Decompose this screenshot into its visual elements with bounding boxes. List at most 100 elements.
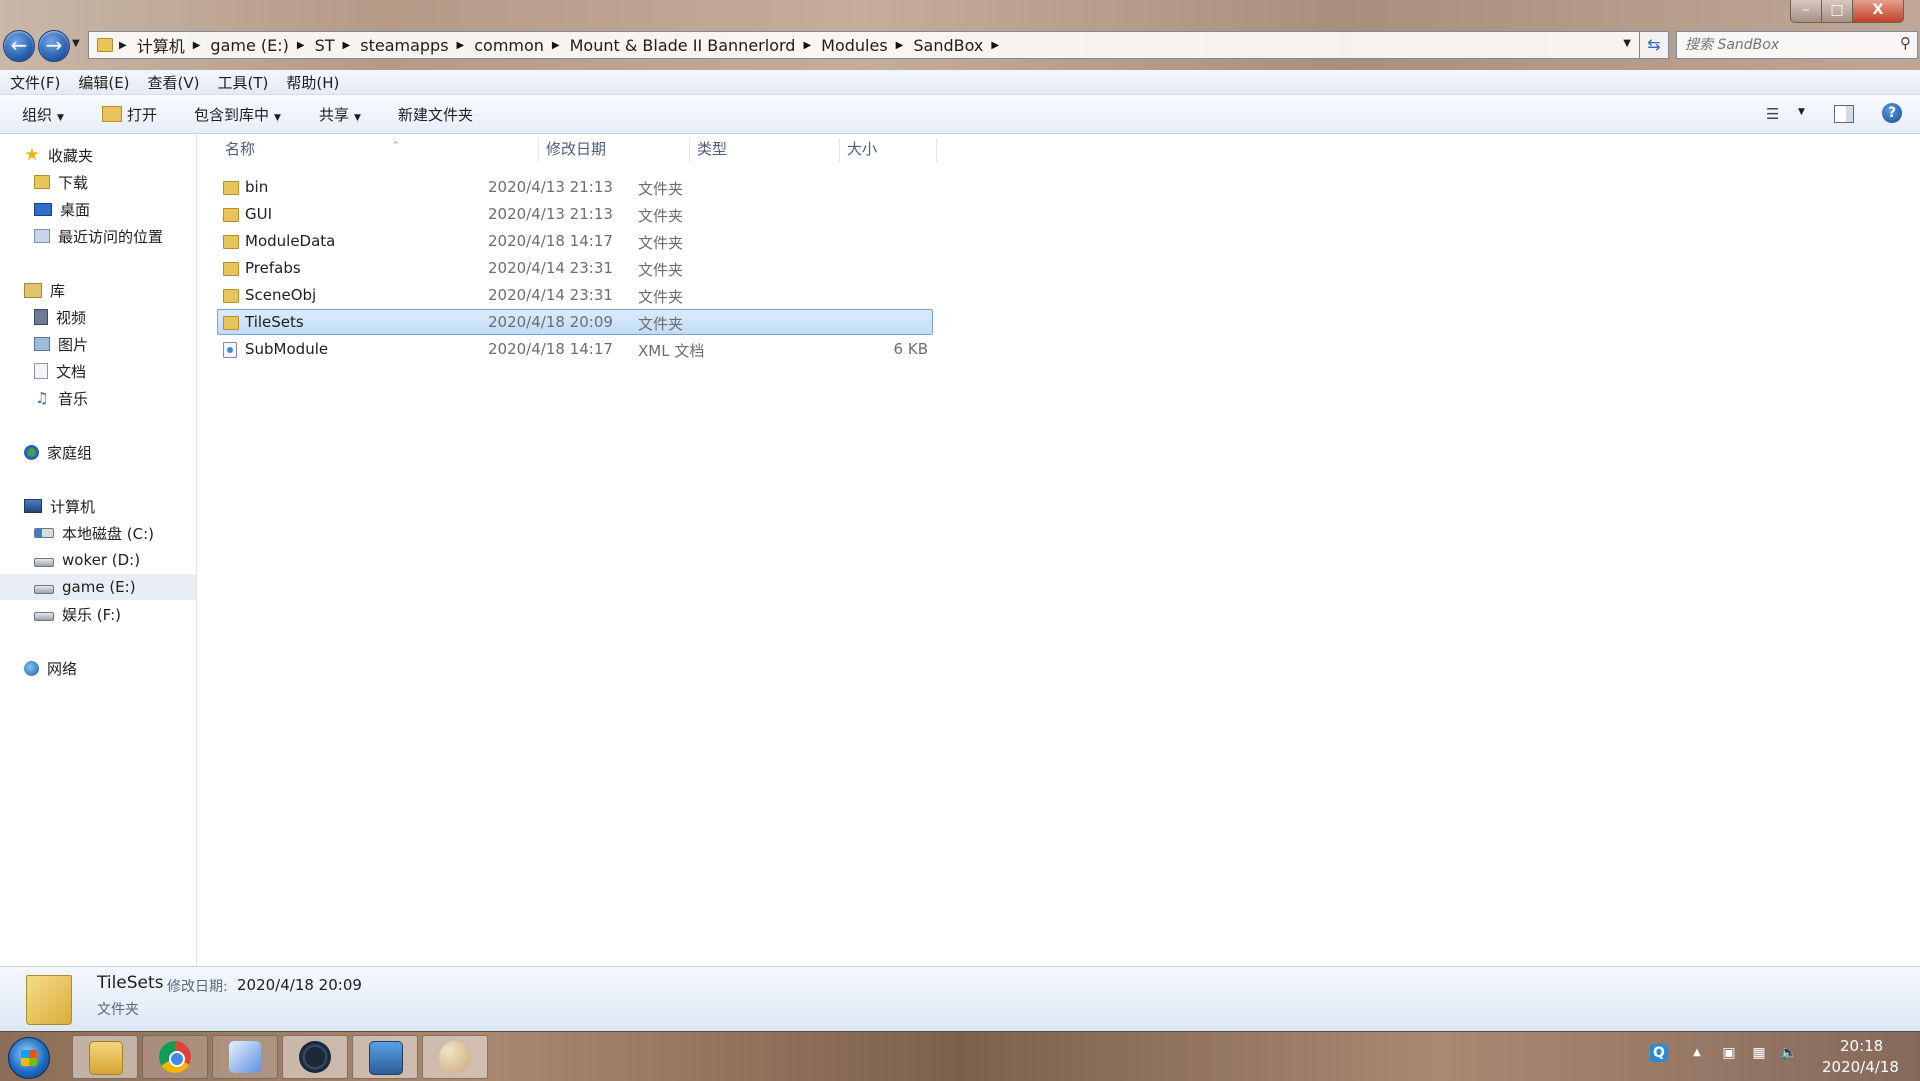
breadcrumb-separator-icon[interactable]: ▶ bbox=[297, 40, 305, 51]
search-input[interactable] bbox=[1683, 35, 1887, 55]
nav-music[interactable]: ♫ 音乐 bbox=[0, 385, 196, 411]
maximize-button[interactable]: □ bbox=[1821, 0, 1853, 23]
include-in-library-button[interactable]: 包含到库中 ▼ bbox=[194, 104, 281, 125]
star-icon: ★ bbox=[24, 145, 40, 165]
file-modified: 2020/4/13 21:13 bbox=[488, 205, 613, 223]
breadcrumb-separator-icon[interactable]: ▶ bbox=[803, 40, 811, 51]
file-name: GUI bbox=[245, 205, 273, 223]
command-bar: 组织 ▼ 打开 包含到库中 ▼ 共享 ▼ 新建文件夹 ☰ ▼ ? bbox=[0, 95, 1920, 134]
new-folder-label: 新建文件夹 bbox=[398, 106, 474, 124]
file-row[interactable]: GUI 2020/4/13 21:13 文件夹 bbox=[217, 201, 933, 227]
forward-button[interactable]: → bbox=[38, 30, 70, 62]
breadcrumb-separator-icon[interactable]: ▶ bbox=[119, 40, 127, 51]
navigation-pane: ★ 收藏夹 下载 桌面 最近访问的位置 库 视频 图片 文档 ♫ 音乐 家庭组 计算… bbox=[0, 134, 197, 966]
nav-recent-places[interactable]: 最近访问的位置 bbox=[0, 223, 196, 249]
file-size: 6 KB bbox=[893, 340, 928, 358]
nav-downloads[interactable]: 下载 bbox=[0, 169, 196, 195]
taskbar-app-file-explorer[interactable] bbox=[72, 1035, 138, 1079]
column-label: 名称 bbox=[225, 140, 256, 158]
network-status-icon[interactable]: ▣ bbox=[1720, 1044, 1738, 1062]
menu-help[interactable]: 帮助(H) bbox=[276, 72, 347, 93]
breadcrumb-game-e[interactable]: game (E:) ▶ bbox=[210, 36, 314, 55]
menu-view[interactable]: 查看(V) bbox=[138, 72, 208, 93]
clock-time[interactable]: 20:18 bbox=[1840, 1037, 1883, 1055]
file-explorer-icon bbox=[89, 1041, 123, 1075]
breadcrumb-computer[interactable]: 计算机 ▶ bbox=[137, 33, 211, 57]
organize-button[interactable]: 组织 ▼ bbox=[22, 104, 64, 125]
nav-computer[interactable]: 计算机 bbox=[0, 493, 196, 519]
nav-desktop[interactable]: 桌面 bbox=[0, 196, 196, 222]
address-history-dropdown[interactable]: ▼ bbox=[1623, 38, 1631, 49]
chevron-down-icon[interactable]: ▼ bbox=[1798, 107, 1805, 117]
menu-tools[interactable]: 工具(T) bbox=[208, 72, 277, 93]
column-header-type[interactable]: 类型 bbox=[690, 138, 840, 162]
open-button[interactable]: 打开 bbox=[102, 104, 157, 125]
column-header-modified[interactable]: 修改日期 bbox=[539, 138, 690, 162]
file-row[interactable]: SubModule 2020/4/18 14:17 XML 文档 6 KB bbox=[217, 336, 933, 362]
file-name: TileSets bbox=[245, 313, 304, 331]
file-type: 文件夹 bbox=[638, 234, 684, 252]
column-header-name[interactable]: ⌃ 名称 bbox=[218, 138, 539, 162]
file-row[interactable]: bin 2020/4/13 21:13 文件夹 bbox=[217, 174, 933, 200]
breadcrumb-label: Mount & Blade II Bannerlord bbox=[569, 35, 796, 55]
nav-pictures[interactable]: 图片 bbox=[0, 331, 196, 357]
address-bar[interactable]: ▶ 计算机 ▶ game (E:) ▶ ST ▶ steamapps ▶ common ▶… bbox=[88, 31, 1640, 59]
breadcrumb-bannerlord[interactable]: Mount & Blade II Bannerlord ▶ bbox=[570, 36, 822, 55]
close-button[interactable]: X bbox=[1852, 0, 1904, 23]
nav-drive-d[interactable]: woker (D:) bbox=[0, 547, 196, 573]
nav-drive-c[interactable]: 本地磁盘 (C:) bbox=[0, 520, 196, 546]
breadcrumb-separator-icon[interactable]: ▶ bbox=[896, 40, 904, 51]
breadcrumb-sandbox[interactable]: SandBox ▶ bbox=[913, 36, 1009, 55]
search-icon[interactable]: ⚲ bbox=[1900, 34, 1911, 52]
breadcrumb-steamapps[interactable]: steamapps ▶ bbox=[360, 36, 474, 55]
recent-pages-dropdown[interactable]: ▼ bbox=[72, 38, 80, 49]
taskbar-app-chrome[interactable] bbox=[142, 1035, 208, 1079]
breadcrumb-separator-icon[interactable]: ▶ bbox=[991, 40, 999, 51]
nav-drive-f[interactable]: 娱乐 (F:) bbox=[0, 601, 196, 627]
breadcrumb-common[interactable]: common ▶ bbox=[474, 36, 569, 55]
nav-homegroup[interactable]: 家庭组 bbox=[0, 439, 196, 465]
view-options-icon[interactable]: ☰ bbox=[1766, 105, 1779, 123]
chevron-down-icon: ▼ bbox=[274, 113, 281, 123]
nav-network[interactable]: 网络 bbox=[0, 655, 196, 681]
taskbar-app-bird[interactable] bbox=[212, 1035, 278, 1079]
show-hidden-icons-icon[interactable]: ▲ bbox=[1688, 1044, 1706, 1062]
breadcrumb-separator-icon[interactable]: ▶ bbox=[343, 40, 351, 51]
clock-date[interactable]: 2020/4/18 bbox=[1822, 1058, 1899, 1076]
file-row[interactable]: ModuleData 2020/4/18 14:17 文件夹 bbox=[217, 228, 933, 254]
nav-videos[interactable]: 视频 bbox=[0, 304, 196, 330]
file-row[interactable]: Prefabs 2020/4/14 23:31 文件夹 bbox=[217, 255, 933, 281]
signal-strength-icon[interactable]: ▦ bbox=[1750, 1044, 1768, 1062]
qq-tray-icon[interactable]: Q bbox=[1650, 1044, 1668, 1062]
taskbar-app-steam[interactable] bbox=[282, 1035, 348, 1079]
start-button[interactable] bbox=[8, 1037, 50, 1079]
column-header-size[interactable]: 大小 bbox=[840, 138, 937, 162]
breadcrumb-separator-icon[interactable]: ▶ bbox=[552, 40, 560, 51]
share-button[interactable]: 共享 ▼ bbox=[319, 104, 361, 125]
nav-libraries[interactable]: 库 bbox=[0, 277, 196, 303]
refresh-button[interactable]: ⇆ bbox=[1640, 31, 1669, 59]
taskbar-app-paint[interactable] bbox=[422, 1035, 488, 1079]
volume-icon[interactable]: 🔈 bbox=[1780, 1044, 1798, 1062]
menu-file[interactable]: 文件(F) bbox=[0, 72, 68, 93]
file-row-selected[interactable]: TileSets 2020/4/18 20:09 文件夹 bbox=[217, 309, 933, 335]
network-icon bbox=[24, 660, 39, 676]
breadcrumb-st[interactable]: ST ▶ bbox=[315, 36, 361, 55]
file-name: bin bbox=[245, 178, 269, 196]
search-box[interactable]: ⚲ bbox=[1676, 31, 1918, 59]
breadcrumb-modules[interactable]: Modules ▶ bbox=[821, 36, 913, 55]
breadcrumb-separator-icon[interactable]: ▶ bbox=[193, 40, 201, 51]
minimize-button[interactable]: – bbox=[1790, 0, 1822, 23]
nav-favorites[interactable]: ★ 收藏夹 bbox=[0, 142, 196, 168]
nav-documents[interactable]: 文档 bbox=[0, 358, 196, 384]
nav-drive-e[interactable]: game (E:) bbox=[0, 574, 196, 600]
help-icon[interactable]: ? bbox=[1882, 103, 1902, 123]
menu-edit[interactable]: 编辑(E) bbox=[68, 72, 137, 93]
include-in-library-label: 包含到库中 bbox=[194, 106, 270, 124]
taskbar-app-photo-viewer[interactable] bbox=[352, 1035, 418, 1079]
preview-pane-icon[interactable] bbox=[1834, 105, 1854, 123]
file-row[interactable]: SceneObj 2020/4/14 23:31 文件夹 bbox=[217, 282, 933, 308]
back-button[interactable]: ← bbox=[3, 30, 35, 62]
new-folder-button[interactable]: 新建文件夹 bbox=[398, 104, 473, 125]
breadcrumb-separator-icon[interactable]: ▶ bbox=[457, 40, 465, 51]
